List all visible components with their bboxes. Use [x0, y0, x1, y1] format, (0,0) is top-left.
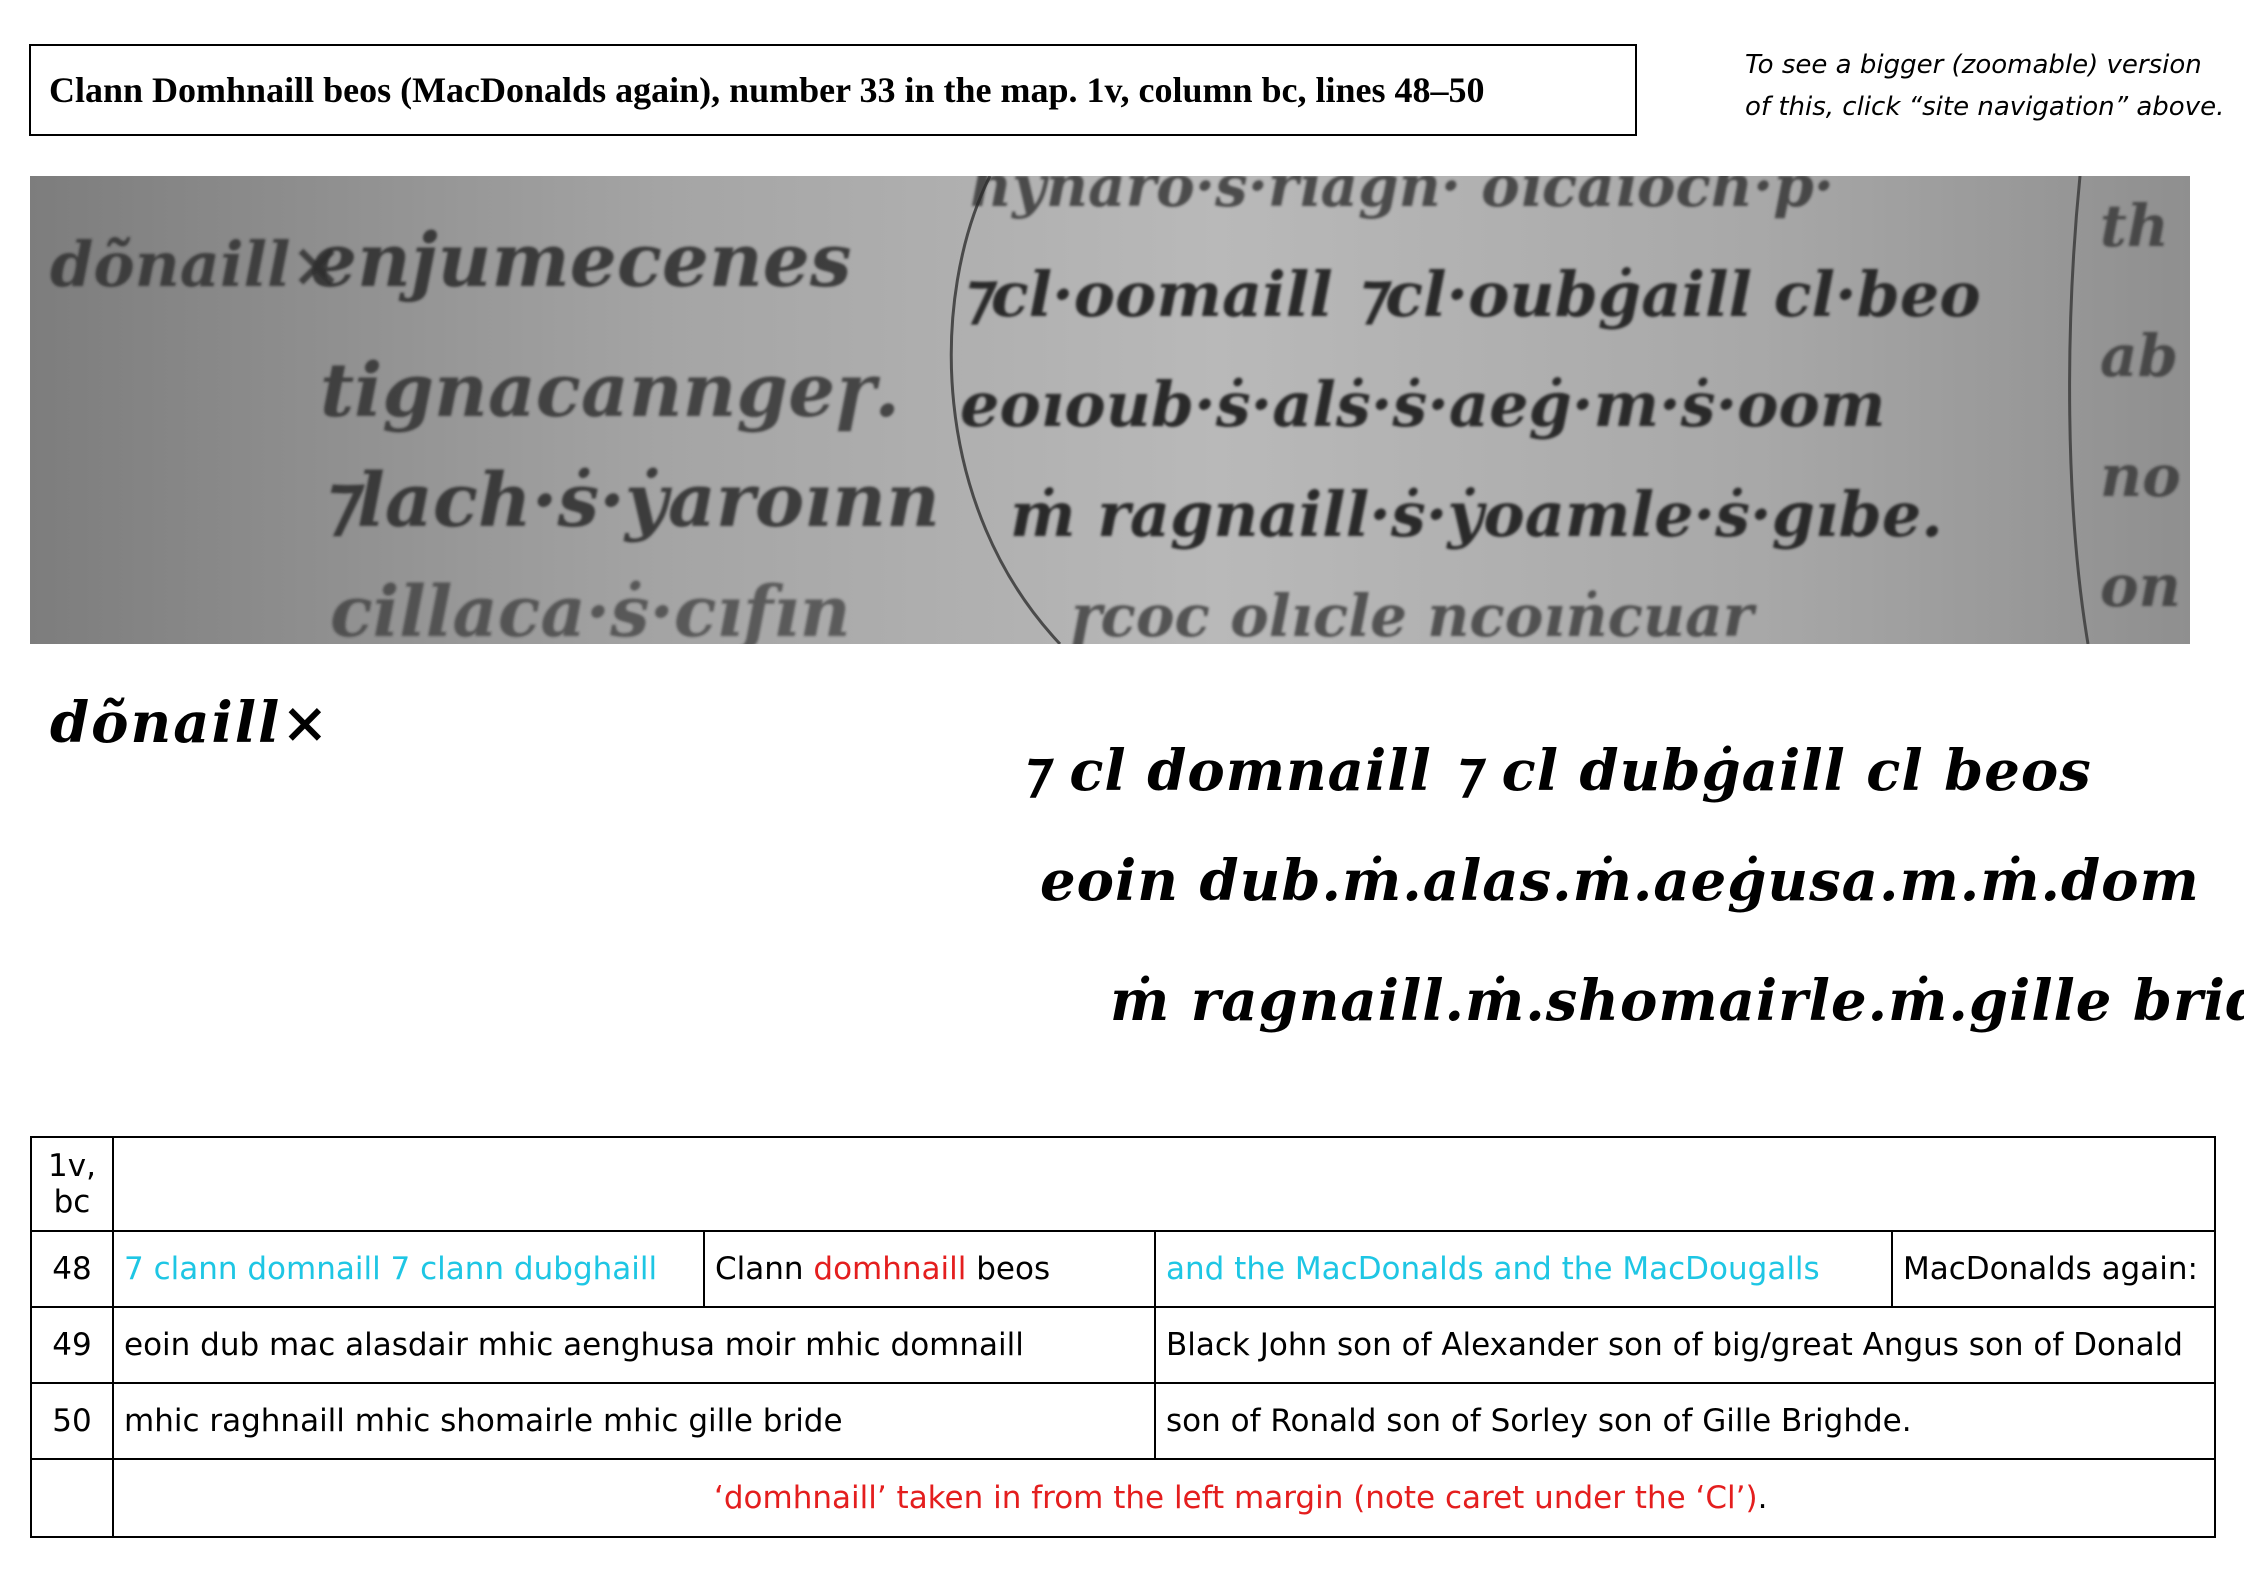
english-translation: MacDonalds again:: [1891, 1230, 2216, 1308]
english-translation: son of Ronald son of Sorley son of Gille…: [1154, 1382, 2216, 1460]
line-number: 50: [30, 1382, 114, 1460]
svg-text:cillaca·ṡ·cıfın: cillaca·ṡ·cıfın: [330, 570, 851, 644]
editorial-note-text: ‘domhnaill’ taken in from the left margi…: [714, 1480, 1758, 1516]
manuscript-photo-icon: dõnaill× enjumecenes tignacanngeɼ. ⁊lach…: [30, 176, 2190, 644]
margin-transcription: dõnaill×: [50, 690, 331, 756]
gaelic-text: 7 clann domnaill 7 clann dubghaill: [112, 1230, 705, 1308]
gaelic-text: eoin dub mac alasdair mhic aenghusa moir…: [112, 1306, 1156, 1384]
table-row: 49 eoin dub mac alasdair mhic aenghusa m…: [30, 1306, 2216, 1384]
line-number: 48: [30, 1230, 114, 1308]
manuscript-photo: dõnaill× enjumecenes tignacanngeɼ. ⁊lach…: [30, 176, 2190, 644]
gloss-table: 1v, bc 48 7 clann domnaill 7 clann dubgh…: [30, 1136, 2216, 1538]
table-row: 48 7 clann domnaill 7 clann dubghaill Cl…: [30, 1230, 2216, 1308]
svg-text:tignacanngeɼ.: tignacanngeɼ.: [320, 348, 900, 434]
svg-text:enjumecenes: enjumecenes: [310, 218, 852, 304]
gaelic-text-emended: Clann domhnaill beos: [703, 1230, 1156, 1308]
navigation-note: To see a bigger (zoomable) version of th…: [1745, 44, 2225, 128]
editorial-note-end: .: [1757, 1480, 1768, 1516]
column-label-folio: 1v,: [48, 1148, 96, 1184]
gaelic-text-part: beos: [966, 1251, 1051, 1287]
page-title: Clann Domhnaill beos (MacDonalds again),…: [29, 44, 1637, 136]
svg-text:on: on: [2100, 552, 2181, 620]
marginal-insertion: domhnaill: [813, 1251, 967, 1287]
svg-text:ṁ ragnaill·ṡ·ẏoamle·ṡ·gıbe.: ṁ ragnaill·ṡ·ẏoamle·ṡ·gıbe.: [1010, 478, 1943, 551]
editorial-note: ‘domhnaill’ taken in from the left margi…: [112, 1458, 2216, 1538]
table-header-row: 1v, bc: [30, 1136, 2216, 1232]
column-label: 1v, bc: [30, 1136, 114, 1232]
table-note-row: ‘domhnaill’ taken in from the left margi…: [30, 1458, 2216, 1538]
svg-text:hynaro·ṡ·rıagn· oıcaıoch·p·: hynaro·ṡ·rıagn· oıcaıoch·p·: [970, 176, 1834, 220]
line-number: 49: [30, 1306, 114, 1384]
svg-text:⁊lach·ṡ·ẏaroınn: ⁊lach·ṡ·ẏaroınn: [320, 458, 940, 544]
transcription-line-50: ṁ ragnaill.ṁ.shomairle.ṁ.gille bride.: [1110, 968, 2244, 1034]
note-empty-cell: [30, 1458, 114, 1538]
svg-text:eoıoub·ṡ·alṡ·ṡ·aeġ·m·ṡ·oom: eoıoub·ṡ·alṡ·ṡ·aeġ·m·ṡ·oom: [960, 368, 1885, 441]
navigation-note-line-1: To see a bigger (zoomable) version: [1745, 50, 2202, 80]
svg-text:dõnaill×: dõnaill×: [50, 228, 343, 301]
svg-text:th: th: [2100, 192, 2169, 260]
transcription-line-49: eoin dub.ṁ.alas.ṁ.aeġusa.m.ṁ.dom: [1040, 848, 2200, 914]
gaelic-text-part: Clann: [715, 1251, 814, 1287]
svg-text:no: no: [2100, 442, 2181, 510]
svg-text:ɼcoc olıcle ncoıṅcuar: ɼcoc olıcle ncoıṅcuar: [1070, 582, 1758, 644]
english-translation: and the MacDonalds and the MacDougalls: [1154, 1230, 1893, 1308]
english-translation: Black John son of Alexander son of big/g…: [1154, 1306, 2216, 1384]
table-row: 50 mhic raghnaill mhic shomairle mhic gi…: [30, 1382, 2216, 1460]
header-empty-cell: [112, 1136, 2216, 1232]
column-label-column: bc: [53, 1184, 91, 1220]
svg-text:⁊cl·oomaill ⁊cl·oubġaill cl·be: ⁊cl·oomaill ⁊cl·oubġaill cl·beo: [960, 258, 1981, 331]
gaelic-text: mhic raghnaill mhic shomairle mhic gille…: [112, 1382, 1156, 1460]
navigation-note-line-2: of this, click “site navigation” above.: [1745, 92, 2225, 122]
transcription-line-48: ⁊ cl domnaill ⁊ cl dubġaill cl beos: [1020, 738, 2092, 804]
svg-text:ab: ab: [2100, 322, 2178, 390]
